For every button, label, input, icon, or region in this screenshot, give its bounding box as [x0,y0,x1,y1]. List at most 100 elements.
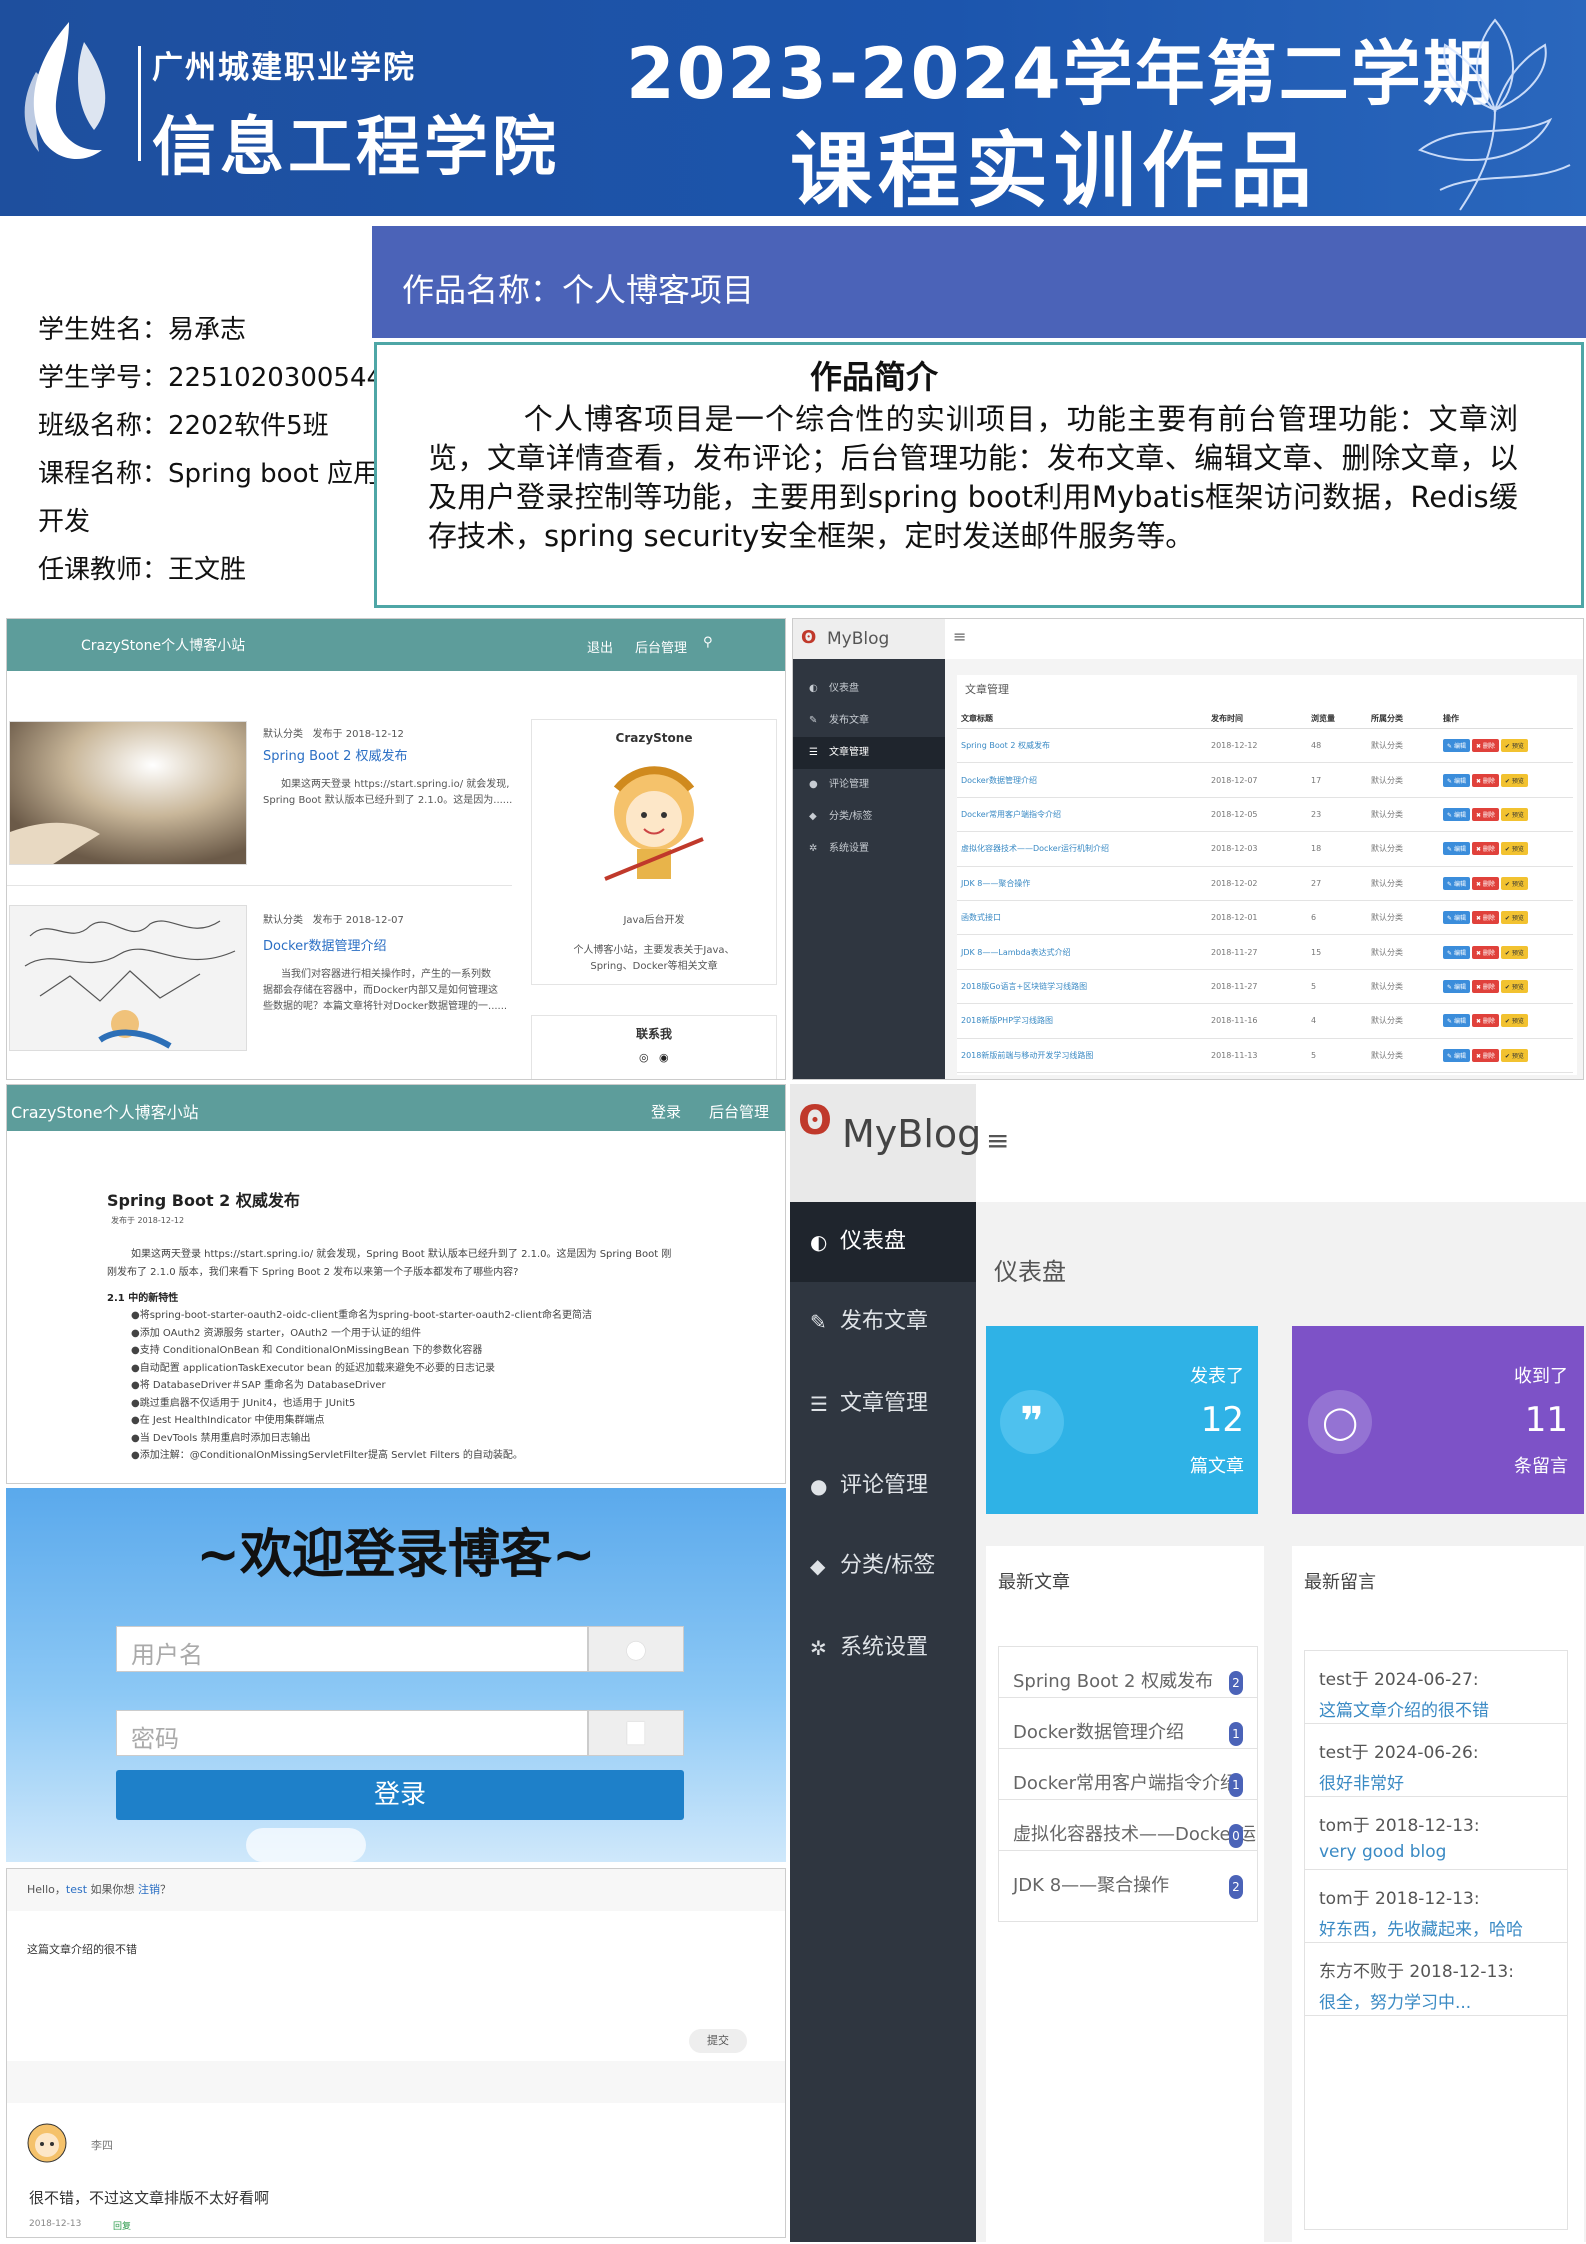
button-label: 预览 [1511,915,1524,923]
preview-button[interactable]: ✔ 预览 [1500,842,1528,856]
edit-button[interactable]: ✎ 编辑 [1443,1014,1470,1028]
edit-button[interactable]: ✎ 编辑 [1443,979,1470,993]
delete-button[interactable]: ✖ 删除 [1471,911,1499,925]
username-input[interactable]: 用户名 [116,1626,588,1672]
delete-button[interactable]: ✖ 删除 [1471,945,1499,959]
edit-button[interactable]: ✎ 编辑 [1443,807,1470,821]
cell-title[interactable]: 函数式接口 [957,900,1207,936]
preview-button[interactable]: ✔ 预览 [1500,739,1528,753]
preview-button[interactable]: ✔ 预览 [1500,945,1528,959]
nav-login[interactable]: 登录 [651,1101,681,1122]
edit-icon: ✎ [1447,949,1454,957]
gear-icon: ✲ [809,843,818,854]
delete-button[interactable]: ✖ 删除 [1471,979,1499,993]
menu-toggle-icon[interactable]: ≡ [953,627,966,646]
preview-button[interactable]: ✔ 预览 [1500,1048,1528,1062]
reply-link[interactable]: 回复 [113,2219,131,2232]
edit-button[interactable]: ✎ 编辑 [1443,842,1470,856]
cell-title[interactable]: 2018版Go语言+区块链学习线路图 [957,969,1207,1005]
post-title[interactable]: Docker数据管理介绍 [263,935,387,954]
message-item[interactable]: 东方不败于 2018-12-13: 很全，努力学习中... [1305,1943,1567,2016]
sidebar-item-publish[interactable]: ✎ 发布文章 [790,1282,976,1362]
sidebar-item-articles[interactable]: ☰ 文章管理 [790,1364,976,1444]
preview-button[interactable]: ✔ 预览 [1500,807,1528,821]
preview-button[interactable]: ✔ 预览 [1500,979,1528,993]
article-paragraph: 如果这两天登录 https://start.spring.io/ 就会发现，Sp… [131,1249,672,1260]
preview-button[interactable]: ✔ 预览 [1500,911,1528,925]
brand-name[interactable]: MyBlog [827,629,889,649]
cell-title[interactable]: 虚拟化容器技术——Docker运行机制介绍 [957,831,1207,867]
sidebar-item-publish[interactable]: ✎ 发布文章 [793,705,945,737]
nav-logout[interactable]: 退出 [587,637,613,656]
cell-title[interactable]: JDK 8——聚合操作 [957,866,1207,901]
check-icon: ✔ [1504,983,1512,991]
edit-button[interactable]: ✎ 编辑 [1443,773,1470,787]
edit-button[interactable]: ✎ 编辑 [1443,945,1470,959]
site-name[interactable]: CrazyStone个人博客小站 [11,1099,199,1123]
delete-button[interactable]: ✖ 删除 [1471,773,1499,787]
message-item[interactable]: tom于 2018-12-13: 好东西，先收藏起来，哈哈 [1305,1870,1567,1943]
edit-button[interactable]: ✎ 编辑 [1443,911,1470,925]
edit-button[interactable]: ✎ 编辑 [1443,876,1470,890]
dashboard-sidebar: ◐ 仪表盘 ✎ 发布文章 ☰ 文章管理 ● 评论管理 ◆ 分类/标签 ✲ 系统设置 [790,1202,976,2242]
button-label: 编辑 [1453,880,1466,888]
delete-button[interactable]: ✖ 删除 [1471,807,1499,821]
sidebar-item-comments[interactable]: ● 评论管理 [790,1446,976,1526]
post-title[interactable]: Spring Boot 2 权威发布 [263,745,408,764]
nav-admin[interactable]: 后台管理 [709,1101,769,1122]
search-icon[interactable]: ⚲ [703,635,713,650]
cell-title[interactable]: 2018新版PHP学习线路图 [957,1003,1207,1039]
trash-icon: ✖ [1475,915,1483,923]
site-name[interactable]: CrazyStone个人博客小站 [81,635,245,655]
gear-icon: ✲ [810,1636,827,1660]
submit-comment-button[interactable]: 提交 [689,2029,747,2053]
cell-title[interactable]: Docker常用客户端指令介绍 [957,797,1207,833]
sidebar-item-tags[interactable]: ◆ 分类/标签 [793,801,945,833]
cell-title[interactable]: JDK 8——Lambda表达式介绍 [957,934,1207,970]
delete-button[interactable]: ✖ 删除 [1471,1048,1499,1062]
table-row: 2018版Go语言+区块链学习线路图 2018-11-27 5 默认分类 ✎ 编辑 ✖ 删… [957,969,1573,1005]
message-item[interactable]: test于 2024-06-26: 很好非常好 [1305,1724,1567,1797]
sidebar-item-comments[interactable]: ● 评论管理 [793,769,945,801]
brand-name[interactable]: MyBlog [842,1112,981,1156]
current-user[interactable]: test [66,1883,87,1896]
preview-button[interactable]: ✔ 预览 [1500,876,1528,890]
weibo-icon[interactable]: ◉ [659,1051,669,1064]
cell-title[interactable]: Spring Boot 2 权威发布 [957,728,1207,764]
message-item[interactable]: tom于 2018-12-13: very good blog [1305,1797,1567,1870]
logout-link[interactable]: 注销 [138,1883,160,1896]
sidebar-item-settings[interactable]: ✲ 系统设置 [790,1608,976,1688]
cell-actions: ✎ 编辑 ✖ 删除 ✔ 预览 [1439,728,1573,764]
delete-button[interactable]: ✖ 删除 [1471,842,1499,856]
comment-textarea[interactable] [7,1911,785,2061]
post-thumbnail[interactable] [9,905,247,1051]
edit-button[interactable]: ✎ 编辑 [1443,739,1470,753]
latest-article-item[interactable]: JDK 8——聚合操作 2 [998,1850,1258,1922]
cell-title[interactable]: 2018新版前端与移动开发学习线路图 [957,1038,1207,1073]
delete-button[interactable]: ✖ 删除 [1471,739,1499,753]
cell-title[interactable]: Docker数据管理介绍 [957,762,1207,798]
login-button[interactable]: 登录 [116,1770,684,1820]
sidebar-item-tags[interactable]: ◆ 分类/标签 [790,1526,976,1606]
edit-button[interactable]: ✎ 编辑 [1443,1048,1470,1062]
github-icon[interactable]: ◎ [639,1051,649,1064]
delete-button[interactable]: ✖ 删除 [1471,876,1499,890]
bullet-item: ●自动配置 applicationTaskExecutor bean 的延迟加载… [131,1362,496,1374]
sidebar-item-dashboard[interactable]: ◐ 仪表盘 [793,673,945,705]
sidebar-item-dashboard[interactable]: ◐ 仪表盘 [790,1202,976,1282]
message-item[interactable]: test于 2024-06-27: 这篇文章介绍的很不错 [1305,1651,1567,1724]
detail-navbar: CrazyStone个人博客小站 登录 后台管理 [7,1085,785,1131]
post-thumbnail[interactable] [9,721,247,865]
password-input[interactable]: 密码 [116,1710,588,1756]
preview-button[interactable]: ✔ 预览 [1500,1014,1528,1028]
cell-cat: 默认分类 [1367,900,1439,936]
menu-toggle-icon[interactable]: ≡ [986,1124,1009,1157]
nav-admin[interactable]: 后台管理 [635,637,687,656]
delete-button[interactable]: ✖ 删除 [1471,1014,1499,1028]
sidebar-item-label: 文章管理 [840,1391,929,1416]
student-name: 学生姓名：易承志 [38,315,247,345]
sidebar-item-articles[interactable]: ☰ 文章管理 [793,737,945,769]
preview-button[interactable]: ✔ 预览 [1500,773,1528,787]
article-title: Spring Boot 2 权威发布 [107,1191,300,1210]
sidebar-item-settings[interactable]: ✲ 系统设置 [793,833,945,865]
